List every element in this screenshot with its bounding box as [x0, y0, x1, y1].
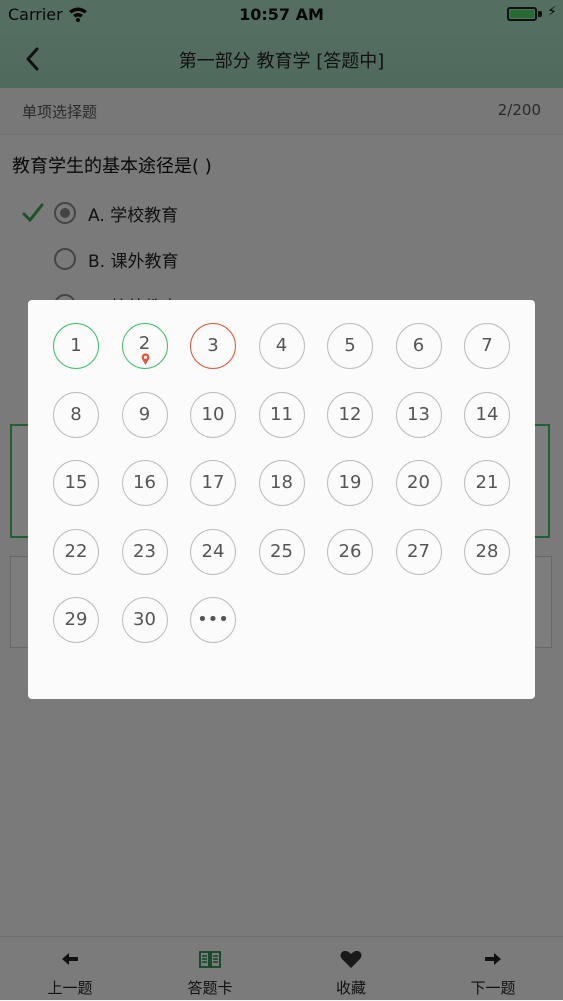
question-number-button[interactable]: 19 — [327, 460, 373, 506]
question-number-button[interactable]: 29 — [53, 597, 99, 643]
question-number-button[interactable]: 20 — [395, 460, 442, 506]
question-number-button[interactable]: 14 — [464, 391, 510, 438]
question-number-button[interactable]: 9 — [121, 391, 168, 438]
more-questions-button[interactable]: ••• — [190, 597, 236, 643]
question-number-button[interactable]: 2 — [121, 323, 168, 369]
question-number-button[interactable]: 12 — [327, 391, 373, 438]
location-pin-icon — [141, 353, 149, 365]
question-number-button[interactable]: 18 — [258, 460, 305, 506]
question-number-button[interactable]: 4 — [258, 323, 305, 369]
question-number-button[interactable]: 23 — [121, 528, 168, 575]
question-number-button[interactable]: 13 — [395, 391, 442, 438]
answer-card-popup: 1 2 3 4 5 6 7 8 9 10 11 12 13 14 15 16 17 18 19 20 21 22 23 24 2… — [28, 300, 535, 699]
question-number-button[interactable]: 30 — [121, 597, 168, 643]
question-number-button[interactable]: 24 — [190, 528, 236, 575]
question-number-button[interactable]: 8 — [53, 391, 99, 438]
question-number-button[interactable]: 28 — [464, 528, 510, 575]
question-number-button[interactable]: 11 — [258, 391, 305, 438]
question-number-button[interactable]: 17 — [190, 460, 236, 506]
question-number-button[interactable]: 25 — [258, 528, 305, 575]
question-number-button[interactable]: 10 — [190, 391, 236, 438]
question-number-button[interactable]: 3 — [190, 323, 236, 369]
question-number-button[interactable]: 21 — [464, 460, 510, 506]
question-number-button[interactable]: 27 — [395, 528, 442, 575]
question-number-button[interactable]: 6 — [395, 323, 442, 369]
question-number-button[interactable]: 7 — [464, 323, 510, 369]
question-number-button[interactable]: 15 — [53, 460, 99, 506]
question-number-button[interactable]: 16 — [121, 460, 168, 506]
question-number-button[interactable]: 22 — [53, 528, 99, 575]
question-number-button[interactable]: 1 — [53, 323, 99, 369]
question-number-button[interactable]: 5 — [327, 323, 373, 369]
question-number-button[interactable]: 26 — [327, 528, 373, 575]
